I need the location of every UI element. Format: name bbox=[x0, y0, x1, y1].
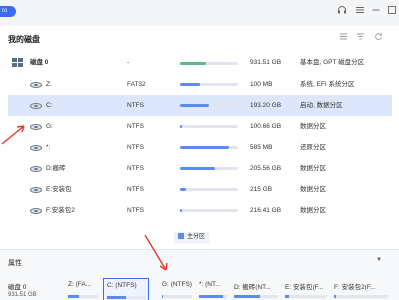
map-partition-bar bbox=[285, 295, 327, 298]
partition-fs: NTFS bbox=[127, 123, 144, 130]
map-partition-bar bbox=[199, 295, 227, 298]
partition-info: 还原分区 bbox=[300, 144, 326, 151]
partition-row-c[interactable]: C: NTFS 193.20 GB 启动, 数据分区 bbox=[8, 95, 392, 116]
partition-icon bbox=[30, 166, 42, 172]
disk-grid-icon bbox=[12, 58, 24, 68]
partition-usage-bar bbox=[180, 188, 238, 191]
disk-size: 931.51 GB bbox=[250, 59, 282, 66]
partition-icon bbox=[30, 187, 42, 193]
partition-size: 215 GB bbox=[250, 186, 273, 193]
legend-primary-partition: 主分区 bbox=[174, 232, 210, 243]
partition-name: G: bbox=[46, 123, 53, 130]
partition-name: Z: bbox=[46, 81, 52, 88]
partition-name: C: bbox=[46, 102, 53, 109]
partition-usage-bar bbox=[180, 83, 238, 86]
map-partition-label: F: 安装包2(F... bbox=[334, 284, 376, 291]
map-partition-recovery[interactable]: *: (NT... bbox=[196, 278, 230, 300]
partition-fs: NTFS bbox=[127, 144, 144, 151]
partition-info: 数据分区 bbox=[300, 165, 326, 172]
disk-row[interactable]: 磁盘 0 - 931.51 GB 基本盘, GPT 磁盘分区 bbox=[12, 56, 392, 70]
partition-row-g[interactable]: G: NTFS 100.66 GB 数据分区 bbox=[8, 116, 392, 137]
menu-icon[interactable] bbox=[354, 5, 366, 17]
map-partition-f[interactable]: F: 安装包2(F... bbox=[331, 278, 391, 300]
partition-size: 205.56 GB bbox=[250, 165, 282, 172]
partition-usage-bar bbox=[180, 125, 238, 128]
disk-name: 磁盘 0 bbox=[30, 59, 49, 66]
map-disk-size: 931.51 GB bbox=[8, 292, 37, 298]
map-partition-label: E: 安装包(F... bbox=[285, 284, 324, 291]
partition-icon bbox=[30, 103, 42, 109]
annotation-arrow-icon bbox=[1, 125, 25, 145]
map-partition-bar bbox=[162, 295, 192, 298]
triangle-down-icon[interactable]: ▼ bbox=[376, 257, 382, 263]
partition-row-e[interactable]: E:安装包 NTFS 215 GB 数据分区 bbox=[8, 179, 392, 200]
partition-info: 数据分区 bbox=[300, 207, 326, 214]
map-partition-d[interactable]: D: 搬砖(NT... bbox=[231, 278, 281, 300]
partition-row-recovery[interactable]: *: NTFS 585 MB 还原分区 bbox=[8, 137, 392, 158]
map-partition-label: C: (NTFS) bbox=[107, 282, 137, 289]
map-partition-bar bbox=[234, 295, 278, 298]
partition-info: 启动, 数据分区 bbox=[300, 102, 343, 109]
partition-fs: FAT32 bbox=[127, 81, 146, 88]
partition-usage-bar bbox=[180, 209, 238, 212]
map-partition-label: D: 搬砖(NT... bbox=[234, 284, 271, 291]
partition-info: 数据分区 bbox=[300, 123, 326, 130]
maximize-icon[interactable] bbox=[386, 5, 398, 17]
partition-size: 100 MB bbox=[250, 81, 273, 88]
legend-label: 主分区 bbox=[187, 234, 206, 240]
list-view-icon[interactable] bbox=[337, 32, 349, 44]
partition-name: *: bbox=[46, 144, 51, 151]
partition-name: F:安装包2 bbox=[46, 207, 75, 214]
partition-row-z[interactable]: Z: FAT32 100 MB 系统, EFI 系统分区 bbox=[8, 74, 392, 95]
partition-size: 193.20 GB bbox=[250, 102, 282, 109]
legend-swatch bbox=[178, 233, 184, 240]
refresh-icon[interactable] bbox=[372, 32, 384, 44]
map-partition-label: G: (NTFS) bbox=[162, 281, 192, 288]
map-partition-c[interactable]: C: (NTFS) bbox=[103, 278, 149, 300]
partition-info: 系统, EFI 系统分区 bbox=[300, 81, 355, 88]
partition-name: E:安装包 bbox=[46, 186, 72, 193]
section-title: 我的磁盘 bbox=[8, 35, 40, 44]
partition-fs: NTFS bbox=[127, 207, 144, 214]
partition-fs: NTFS bbox=[127, 186, 144, 193]
partition-size: 100.66 GB bbox=[250, 123, 282, 130]
headset-icon[interactable] bbox=[336, 5, 348, 17]
title-bar: ro bbox=[0, 0, 399, 26]
app-badge: ro bbox=[0, 6, 16, 17]
partition-row-f[interactable]: F:安装包2 NTFS 216.41 GB 数据分区 bbox=[8, 200, 392, 221]
partition-icon bbox=[30, 208, 42, 214]
filter-icon[interactable] bbox=[354, 32, 366, 44]
partition-name: D:搬砖 bbox=[46, 165, 66, 172]
partition-usage-bar bbox=[180, 167, 238, 170]
map-disk-name: 磁盘 0 bbox=[8, 284, 27, 291]
disk-info: 基本盘, GPT 磁盘分区 bbox=[300, 59, 365, 66]
partition-icon bbox=[30, 124, 42, 130]
map-partition-bar bbox=[334, 295, 388, 298]
map-partition-z[interactable]: Z: (FA... bbox=[65, 278, 101, 300]
partition-icon bbox=[30, 82, 42, 88]
map-partition-bar bbox=[107, 296, 145, 299]
disk-usage-bar bbox=[180, 62, 238, 65]
map-partition-bar bbox=[68, 295, 98, 298]
partition-size: 585 MB bbox=[250, 144, 273, 151]
partition-info: 数据分区 bbox=[300, 186, 326, 193]
minimize-icon[interactable] bbox=[370, 5, 382, 17]
partition-fs: NTFS bbox=[127, 165, 144, 172]
disk-fs: - bbox=[127, 59, 130, 66]
partition-fs: NTFS bbox=[127, 102, 144, 109]
annotation-arrow-icon bbox=[144, 234, 168, 271]
map-partition-e[interactable]: E: 安装包(F... bbox=[282, 278, 330, 300]
properties-title: 属性 bbox=[8, 260, 22, 267]
partition-usage-bar bbox=[180, 146, 238, 149]
map-partition-g[interactable]: G: (NTFS) bbox=[159, 278, 195, 300]
partition-size: 216.41 GB bbox=[250, 207, 282, 214]
partition-icon bbox=[30, 145, 42, 151]
partition-row-d[interactable]: D:搬砖 NTFS 205.56 GB 数据分区 bbox=[8, 158, 392, 179]
map-partition-label: *: (NT... bbox=[199, 281, 221, 288]
map-partition-label: Z: (FA... bbox=[68, 281, 92, 288]
partition-usage-bar bbox=[180, 104, 238, 107]
